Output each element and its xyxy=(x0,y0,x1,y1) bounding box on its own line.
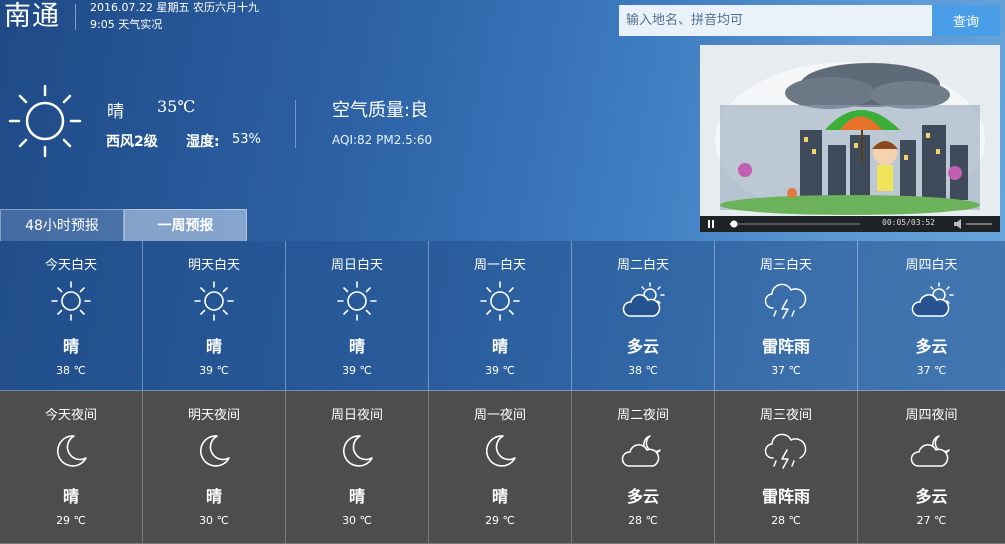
forecast-period: 今天夜间 xyxy=(44,408,97,423)
forecast-temperature: 39 ℃ xyxy=(485,364,515,377)
night-forecast-cell: 周四夜间多云 27 ℃ xyxy=(858,391,1005,544)
forecast-temperature: 30 ℃ xyxy=(342,514,372,527)
video-player[interactable]: 00:05/03:52 xyxy=(700,45,1000,232)
forecast-temperature: 39 ℃ xyxy=(342,364,372,377)
moon-icon xyxy=(191,428,237,474)
progress-handle[interactable] xyxy=(730,220,738,228)
forecast-period: 周日白天 xyxy=(330,258,383,273)
thunderstorm-icon xyxy=(763,428,809,474)
night-forecast-cell: 周三夜间雷阵雨 28 ℃ xyxy=(715,391,858,544)
night-forecast-cell: 今天夜间晴 29 ℃ xyxy=(0,391,143,544)
forecast-period: 今天白天 xyxy=(44,258,97,273)
day-forecast-cell: 今天白天晴 38 ℃ xyxy=(0,241,143,391)
partly-cloudy-day-icon xyxy=(909,278,955,324)
partly-cloudy-night-icon xyxy=(909,428,955,474)
time-line: 9:05 天气实况 xyxy=(90,18,163,31)
forecast-period: 周二夜间 xyxy=(616,408,669,423)
forecast-condition: 多云 xyxy=(915,487,948,506)
search-input[interactable] xyxy=(619,5,932,36)
forecast-temperature: 27 ℃ xyxy=(916,514,947,527)
forecast-period: 周三白天 xyxy=(759,258,812,273)
search-button[interactable]: 查询 xyxy=(932,5,1000,36)
forecast-condition: 多云 xyxy=(626,487,659,506)
forecast-period: 周一白天 xyxy=(473,258,526,273)
forecast-condition: 晴 xyxy=(62,337,79,356)
forecast-period: 明天白天 xyxy=(187,258,240,273)
day-forecast-cell: 明天白天晴 39 ℃ xyxy=(143,241,286,391)
forecast-period: 周日夜间 xyxy=(330,408,383,423)
info-divider xyxy=(295,100,296,148)
forecast-temperature: 29 ℃ xyxy=(485,514,515,527)
sun-icon xyxy=(477,278,523,324)
forecast-temperature: 37 ℃ xyxy=(771,364,801,377)
sun-icon xyxy=(191,278,237,324)
tab-48-hour[interactable]: 48小时预报 xyxy=(0,209,124,241)
forecast-period: 周二白天 xyxy=(616,258,669,273)
city-name: 南通 xyxy=(4,1,60,32)
humidity-label: 湿度: xyxy=(186,134,220,150)
moon-icon xyxy=(477,428,523,474)
air-quality: 空气质量:良 xyxy=(332,100,429,121)
night-forecast-cell: 周一夜间晴 29 ℃ xyxy=(429,391,572,544)
pause-icon[interactable] xyxy=(708,220,710,228)
volume-icon[interactable] xyxy=(954,219,961,229)
current-condition: 晴 xyxy=(107,102,124,122)
forecast-temperature: 38 ℃ xyxy=(56,364,86,377)
night-forecast-row: 今天夜间晴 29 ℃ 明天夜间晴 30 ℃ 周日夜间晴 30 ℃ 周一夜间晴 29 ℃ 周二夜间… xyxy=(0,391,1005,544)
partly-cloudy-day-icon xyxy=(620,278,666,324)
forecast-period: 周四夜间 xyxy=(905,408,958,423)
date-line: 2016.07.22 星期五 农历六月十九 xyxy=(90,1,259,14)
forecast-period: 周一夜间 xyxy=(473,408,526,423)
current-temperature: 35℃ xyxy=(157,97,196,116)
forecast-condition: 多云 xyxy=(626,337,659,356)
thunderstorm-icon xyxy=(763,278,809,324)
forecast-temperature: 28 ℃ xyxy=(628,514,658,527)
forecast-condition: 晴 xyxy=(348,487,365,506)
forecast-temperature: 39 ℃ xyxy=(199,364,229,377)
night-forecast-cell: 明天夜间晴 30 ℃ xyxy=(143,391,286,544)
video-time: 00:05/03:52 xyxy=(882,218,935,227)
forecast-condition: 晴 xyxy=(348,337,365,356)
forecast-condition: 晴 xyxy=(62,487,79,506)
weather-page: 南通 2016.07.22 星期五 农历六月十九 9:05 天气实况 查询 晴 … xyxy=(0,0,1005,544)
moon-icon xyxy=(48,428,94,474)
forecast-period: 明天夜间 xyxy=(187,408,240,423)
aqi-line: AQI:82 PM2.5:60 xyxy=(332,133,433,147)
forecast-temperature: 29 ℃ xyxy=(56,514,86,527)
forecast-temperature: 28 ℃ xyxy=(771,514,801,527)
humidity-value: 53% xyxy=(232,132,261,147)
video-controls: 00:05/03:52 xyxy=(700,216,1000,232)
forecast-condition: 晴 xyxy=(205,337,222,356)
sun-icon xyxy=(334,278,380,324)
forecast-condition: 晴 xyxy=(491,337,508,356)
tab-week[interactable]: 一周预报 xyxy=(124,209,247,241)
sun-icon xyxy=(48,278,94,324)
current-wind: 西风2级 xyxy=(106,134,158,150)
day-forecast-row: 今天白天晴 38 ℃ 明天白天晴 39 ℃ 周日白天晴 39 ℃ 周一白天晴 39 ℃ 周二白天… xyxy=(0,241,1005,391)
day-forecast-cell: 周日白天晴 39 ℃ xyxy=(286,241,429,391)
partly-cloudy-night-icon xyxy=(620,428,666,474)
night-forecast-cell: 周日夜间晴 30 ℃ xyxy=(286,391,429,544)
day-forecast-cell: 周四白天多云 37 ℃ xyxy=(858,241,1005,391)
day-forecast-cell: 周二白天多云 38 ℃ xyxy=(572,241,715,391)
sun-icon xyxy=(8,84,82,158)
header-divider xyxy=(75,4,76,30)
video-frame xyxy=(700,45,1000,218)
forecast-period: 周三夜间 xyxy=(759,408,812,423)
forecast-condition: 晴 xyxy=(205,487,222,506)
progress-track[interactable] xyxy=(730,223,860,225)
forecast-condition: 晴 xyxy=(491,487,508,506)
day-forecast-cell: 周一白天晴 39 ℃ xyxy=(429,241,572,391)
forecast-temperature: 30 ℃ xyxy=(199,514,229,527)
forecast-temperature: 38 ℃ xyxy=(628,364,658,377)
forecast-period: 周四白天 xyxy=(905,258,958,273)
forecast-condition: 雷阵雨 xyxy=(761,337,810,356)
day-forecast-cell: 周三白天雷阵雨 37 ℃ xyxy=(715,241,858,391)
night-forecast-cell: 周二夜间多云 28 ℃ xyxy=(572,391,715,544)
moon-icon xyxy=(334,428,380,474)
volume-slider[interactable] xyxy=(966,223,992,225)
forecast-temperature: 37 ℃ xyxy=(916,364,947,377)
forecast-condition: 雷阵雨 xyxy=(761,487,810,506)
forecast-condition: 多云 xyxy=(915,337,948,356)
